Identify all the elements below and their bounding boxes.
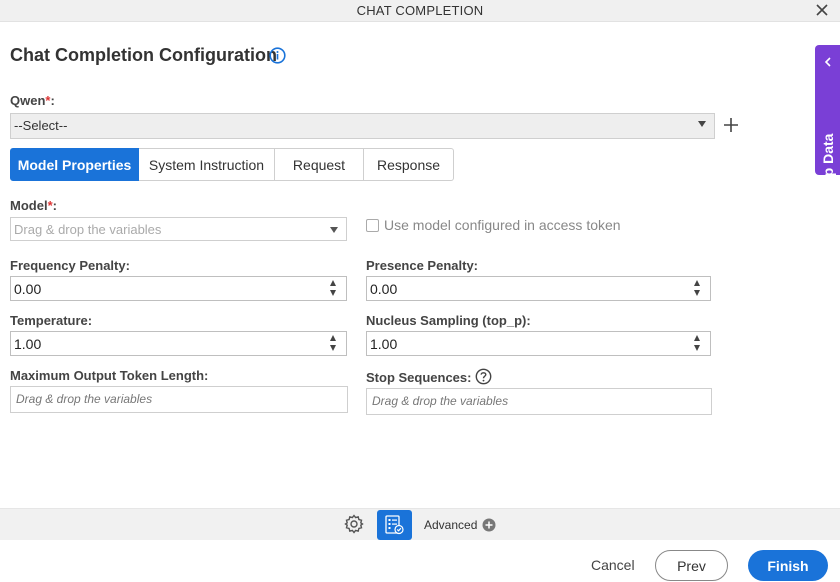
spinner-icon[interactable] bbox=[694, 280, 702, 298]
form-settings-icon bbox=[385, 515, 404, 535]
spinner-icon[interactable] bbox=[694, 335, 702, 353]
model-input-placeholder: Drag & drop the variables bbox=[14, 222, 162, 237]
chevron-down-icon bbox=[330, 227, 338, 233]
stop-sequences-label: Stop Sequences: bbox=[366, 370, 472, 385]
cancel-button[interactable]: Cancel bbox=[591, 557, 635, 573]
tab-request[interactable]: Request bbox=[275, 148, 364, 181]
stop-sequences-input[interactable]: Drag & drop the variables bbox=[366, 388, 712, 415]
chevron-down-icon bbox=[698, 121, 706, 127]
spinner-icon[interactable] bbox=[330, 280, 338, 298]
info-icon[interactable] bbox=[269, 47, 286, 64]
max-tokens-input[interactable]: Drag & drop the variables bbox=[10, 386, 348, 413]
tab-model-properties[interactable]: Model Properties bbox=[10, 148, 139, 181]
connection-select-value: --Select-- bbox=[14, 118, 68, 133]
frequency-penalty-value: 0.00 bbox=[14, 281, 42, 297]
finish-button[interactable]: Finish bbox=[748, 550, 828, 581]
form-settings-button[interactable] bbox=[377, 510, 412, 540]
chevron-left-icon bbox=[824, 57, 831, 67]
app-data-panel-toggle[interactable]: App Data bbox=[815, 45, 840, 195]
max-tokens-placeholder: Drag & drop the variables bbox=[16, 392, 153, 406]
advanced-label[interactable]: Advanced bbox=[424, 518, 477, 532]
window-title: CHAT COMPLETION bbox=[356, 3, 484, 18]
connection-label: Qwen*: bbox=[10, 93, 55, 108]
use-model-token-checkbox[interactable] bbox=[366, 218, 379, 232]
use-model-token-row: Use model configured in access token bbox=[366, 217, 621, 233]
top-p-value: 1.00 bbox=[370, 336, 398, 352]
temperature-label: Temperature: bbox=[10, 313, 93, 328]
plus-circle-icon[interactable] bbox=[482, 518, 496, 532]
tab-system-instruction[interactable]: System Instruction bbox=[139, 148, 275, 181]
frequency-penalty-label: Frequency Penalty: bbox=[10, 258, 130, 273]
model-input[interactable]: Drag & drop the variables bbox=[10, 217, 347, 241]
prev-button[interactable]: Prev bbox=[655, 550, 728, 581]
gear-icon[interactable] bbox=[343, 513, 365, 535]
help-icon[interactable] bbox=[475, 368, 492, 385]
bottom-toolbar: Advanced bbox=[0, 508, 840, 540]
top-p-label: Nucleus Sampling (top_p): bbox=[366, 313, 531, 328]
stop-sequences-placeholder: Drag & drop the variables bbox=[372, 394, 509, 408]
model-label: Model*: bbox=[10, 198, 57, 213]
presence-penalty-input[interactable]: 0.00 bbox=[366, 276, 711, 301]
page-title: Chat Completion Configuration bbox=[10, 45, 277, 65]
temperature-value: 1.00 bbox=[14, 336, 42, 352]
connection-select[interactable]: --Select-- bbox=[10, 113, 715, 139]
temperature-input[interactable]: 1.00 bbox=[10, 331, 347, 356]
window-titlebar: CHAT COMPLETION bbox=[0, 0, 840, 22]
tab-bar: Model Properties System Instruction Requ… bbox=[10, 148, 454, 181]
max-tokens-label: Maximum Output Token Length: bbox=[10, 368, 209, 383]
app-data-label: App Data bbox=[820, 133, 836, 195]
tab-response[interactable]: Response bbox=[364, 148, 454, 181]
add-connection-plus-icon[interactable] bbox=[722, 116, 740, 134]
presence-penalty-label: Presence Penalty: bbox=[366, 258, 479, 273]
top-p-input[interactable]: 1.00 bbox=[366, 331, 711, 356]
use-model-token-label: Use model configured in access token bbox=[384, 217, 621, 233]
frequency-penalty-input[interactable]: 0.00 bbox=[10, 276, 347, 301]
spinner-icon[interactable] bbox=[330, 335, 338, 353]
presence-penalty-value: 0.00 bbox=[370, 281, 398, 297]
close-icon[interactable] bbox=[814, 2, 830, 18]
